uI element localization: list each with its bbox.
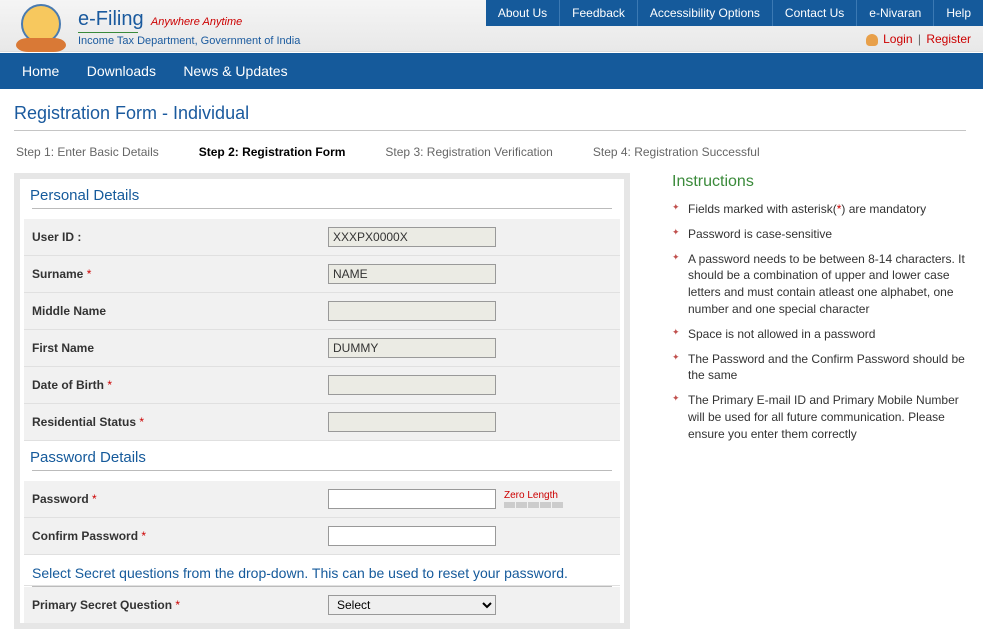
instruction-item: A password needs to be between 8-14 char… (672, 251, 972, 326)
login-link[interactable]: Login (883, 32, 912, 46)
personal-legend: Personal Details (24, 185, 620, 208)
step-4: Step 4: Registration Successful (593, 145, 760, 159)
middle-field (328, 301, 496, 321)
instruction-item: Space is not allowed in a password (672, 326, 972, 351)
strength-bar (504, 502, 563, 508)
main-nav: Home Downloads News & Updates (0, 52, 983, 89)
dob-label: Date of Birth (32, 378, 104, 392)
nav-about[interactable]: About Us (486, 0, 560, 26)
nav-news[interactable]: News & Updates (171, 53, 299, 89)
password-field[interactable] (328, 489, 496, 509)
surname-label: Surname (32, 267, 83, 281)
instruction-item: Fields marked with asterisk(*) are manda… (672, 201, 972, 226)
password-legend: Password Details (24, 447, 620, 470)
instruction-item: The Password and the Confirm Password sh… (672, 351, 972, 393)
secret-q-label: Primary Secret Question (32, 598, 172, 612)
nav-accessibility[interactable]: Accessibility Options (638, 0, 773, 26)
surname-field (328, 264, 496, 284)
user-icon (866, 34, 878, 46)
nav-home[interactable]: Home (10, 53, 71, 89)
separator: | (918, 32, 921, 46)
login-row: Login | Register (866, 26, 983, 46)
password-strength: Zero Length (504, 491, 563, 508)
step-3: Step 3: Registration Verification (385, 145, 552, 159)
emblem-logo (16, 4, 66, 50)
instruction-item: Password is case-sensitive (672, 226, 972, 251)
user-id-label: User ID : (32, 230, 328, 244)
nav-enivaran[interactable]: e-Nivaran (857, 0, 934, 26)
brand-tagline: Anywhere Anytime (151, 16, 242, 28)
secret-q-select[interactable]: Select (328, 595, 496, 615)
first-label: First Name (32, 341, 328, 355)
brand-main: e-Filing (78, 8, 144, 30)
registration-form: Personal Details User ID : Surname * Mid… (14, 173, 630, 629)
user-id-field (328, 227, 496, 247)
top-nav: About Us Feedback Accessibility Options … (486, 0, 983, 26)
secret-note: Select Secret questions from the drop-do… (24, 555, 620, 586)
brand-sub: Income Tax Department, Government of Ind… (78, 35, 300, 47)
dob-field (328, 375, 496, 395)
nav-help[interactable]: Help (934, 0, 983, 26)
nav-downloads[interactable]: Downloads (75, 53, 168, 89)
password-label: Password (32, 492, 89, 506)
confirm-field[interactable] (328, 526, 496, 546)
wizard-steps: Step 1: Enter Basic Details Step 2: Regi… (14, 141, 983, 173)
page-title: Registration Form - Individual (14, 103, 966, 131)
instructions-panel: Instructions Fields marked with asterisk… (672, 173, 972, 629)
step-2: Step 2: Registration Form (199, 145, 346, 159)
nav-feedback[interactable]: Feedback (560, 0, 638, 26)
middle-label: Middle Name (32, 304, 328, 318)
instructions-title: Instructions (672, 173, 972, 191)
instruction-item: The Primary E-mail ID and Primary Mobile… (672, 392, 972, 450)
register-link[interactable]: Register (926, 32, 971, 46)
confirm-label: Confirm Password (32, 529, 138, 543)
logo-area: e-Filing Anywhere Anytime Income Tax Dep… (0, 0, 316, 54)
strength-label: Zero Length (504, 491, 563, 501)
res-field (328, 412, 496, 432)
first-field (328, 338, 496, 358)
step-1: Step 1: Enter Basic Details (16, 145, 159, 159)
res-label: Residential Status (32, 415, 136, 429)
nav-contact[interactable]: Contact Us (773, 0, 857, 26)
